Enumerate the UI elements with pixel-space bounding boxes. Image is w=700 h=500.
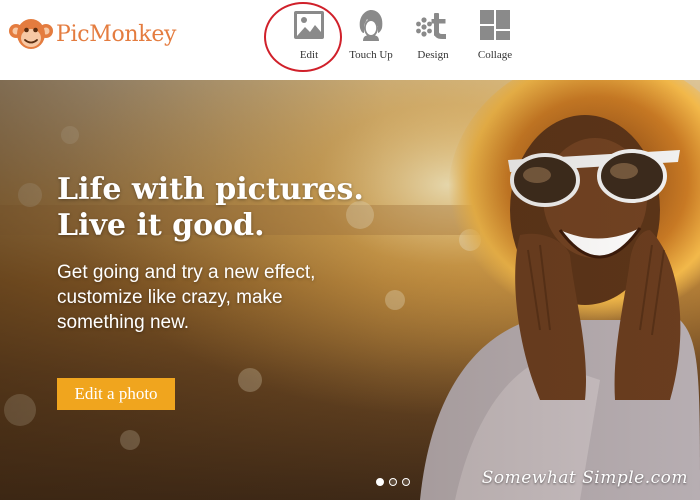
design-t-icon [416, 13, 446, 39]
edit-highlight-circle [264, 2, 342, 72]
hero-title: Life with pictures. Live it good. [57, 172, 364, 243]
hero-banner: Life with pictures. Live it good. Get go… [0, 80, 700, 500]
nav-label-design: Design [417, 49, 449, 61]
hero-subtitle: Get going and try a new effect, customiz… [57, 262, 316, 333]
nav-touch-up[interactable]: Touch Up [340, 8, 402, 61]
carousel-dot[interactable] [376, 478, 384, 486]
logo-text: PicMonkey [56, 21, 177, 47]
carousel-dot[interactable] [402, 478, 410, 486]
edit-a-photo-button[interactable]: Edit a photo [57, 378, 175, 410]
carousel-dot[interactable] [389, 478, 397, 486]
nav-collage[interactable]: Collage [464, 8, 526, 61]
watermark: Somewhat Simple.com [481, 468, 688, 488]
collage-grid-icon [480, 10, 510, 40]
top-header: PicMonkey Edit Touch Up Design Collage [0, 0, 700, 80]
nav-label-touch-up: Touch Up [349, 49, 393, 61]
carousel-dots [376, 478, 415, 486]
picmonkey-logo[interactable]: PicMonkey [8, 14, 176, 54]
monkey-face-icon [9, 19, 53, 49]
nav-design[interactable]: Design [402, 8, 464, 61]
nav-label-collage: Collage [477, 49, 513, 61]
face-silhouette-icon [359, 10, 383, 41]
